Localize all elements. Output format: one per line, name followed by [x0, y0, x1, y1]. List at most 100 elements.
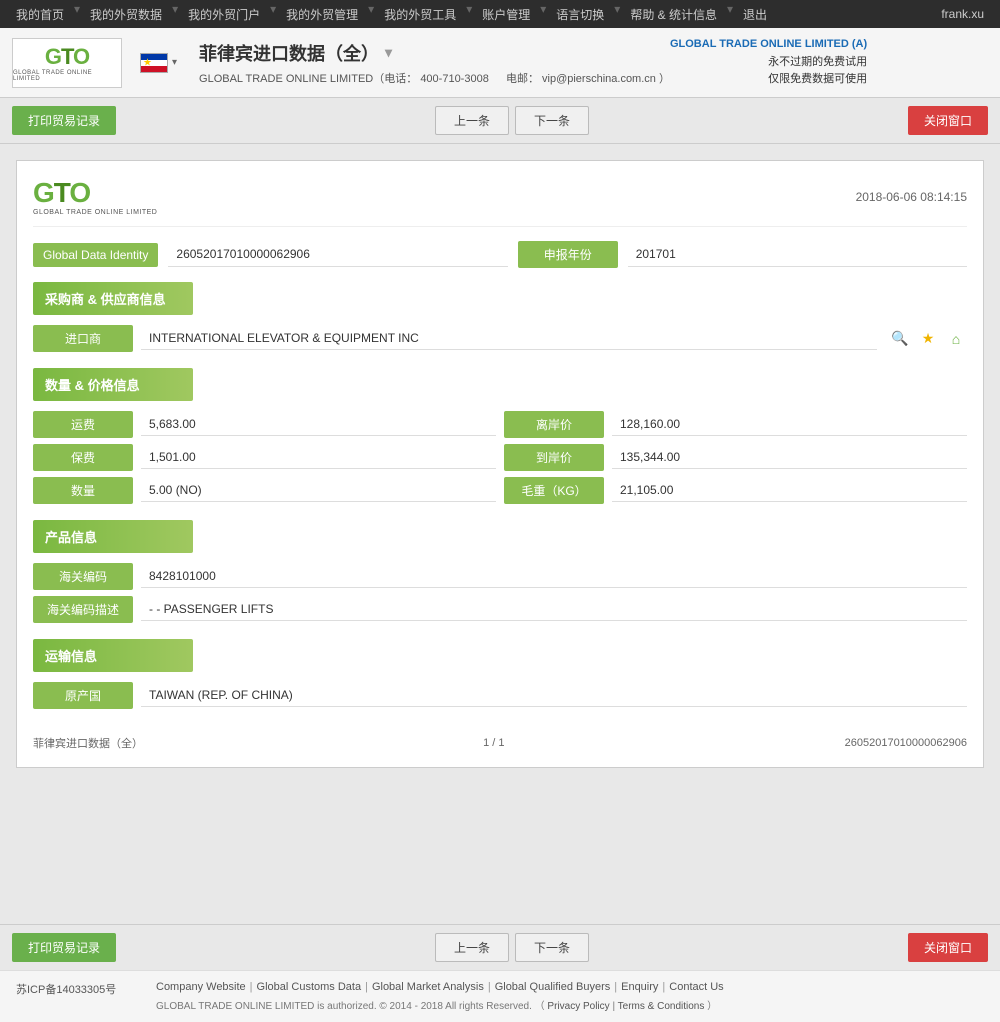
- nav-trade-portal[interactable]: 我的外贸门户: [180, 2, 268, 27]
- nav-language[interactable]: 语言切换: [548, 2, 612, 27]
- footer-link-customs[interactable]: Global Customs Data: [257, 981, 362, 993]
- footer-copyright: GLOBAL TRADE ONLINE LIMITED is authorize…: [156, 997, 724, 1012]
- departure-price-label: 离岸价: [504, 411, 604, 438]
- nav-logout[interactable]: 退出: [735, 2, 775, 27]
- record-logo: GTO GLOBAL TRADE ONLINE LIMITED: [33, 177, 157, 216]
- row-icons: 🔍 ★ ⌂: [889, 328, 967, 350]
- footer-page-info: 1 / 1: [483, 737, 504, 749]
- supplier-section-header: 采购商 & 供应商信息: [33, 282, 193, 315]
- notice-line1: 永不过期的免费试用: [670, 54, 867, 72]
- arrival-price-field: 到岸价 135,344.00: [504, 444, 967, 471]
- home-icon[interactable]: ⌂: [945, 328, 967, 350]
- gdi-value: 26052017010000062906: [168, 242, 507, 267]
- footer-icp: 苏ICP备14033305号: [16, 981, 136, 997]
- arrival-price-value: 135,344.00: [612, 446, 967, 469]
- nav-help[interactable]: 帮助 & 统计信息: [622, 2, 725, 27]
- page-footer: 苏ICP备14033305号 Company Website | Global …: [0, 970, 1000, 1022]
- next-button-top[interactable]: 下一条: [515, 106, 589, 135]
- importer-value: INTERNATIONAL ELEVATOR & EQUIPMENT INC: [141, 327, 877, 350]
- nav-home[interactable]: 我的首页: [8, 2, 72, 27]
- record-logo-sub: GLOBAL TRADE ONLINE LIMITED: [33, 209, 157, 216]
- customs-code-label: 海关编码: [33, 563, 133, 590]
- logo-subtitle: GLOBAL TRADE ONLINE LIMITED: [13, 70, 121, 82]
- prev-button-bottom[interactable]: 上一条: [435, 933, 509, 962]
- user-display: frank.xu: [933, 3, 992, 25]
- record-logo-text: GTO: [33, 177, 90, 209]
- insurance-label: 保费: [33, 444, 133, 471]
- nav-trade-mgmt[interactable]: 我的外贸管理: [278, 2, 366, 27]
- card-footer: 菲律宾进口数据（全） 1 / 1 26052017010000062906: [33, 725, 967, 751]
- footer-link-buyers[interactable]: Global Qualified Buyers: [495, 981, 611, 993]
- origin-country-label: 原产国: [33, 682, 133, 709]
- nav-buttons-top: 上一条 下一条: [435, 106, 589, 135]
- customs-desc-value: - - PASSENGER LIFTS: [141, 598, 967, 621]
- product-section-header: 产品信息: [33, 520, 193, 553]
- nav-account[interactable]: 账户管理: [474, 2, 538, 27]
- footer-link-enquiry[interactable]: Enquiry: [621, 981, 658, 993]
- quantity-section: 数量 & 价格信息 运费 5,683.00 离岸价 128,160.00 保费 …: [33, 368, 967, 504]
- gdi-label: Global Data Identity: [33, 243, 158, 267]
- footer-privacy-link[interactable]: Privacy Policy: [547, 1001, 609, 1012]
- top-navigation: 我的首页 ▾ 我的外贸数据 ▾ 我的外贸门户 ▾ 我的外贸管理 ▾ 我的外贸工具…: [0, 0, 1000, 28]
- close-button-top[interactable]: 关闭窗口: [908, 106, 988, 135]
- dec-year-value: 201701: [628, 242, 967, 267]
- flag-dropdown-arrow[interactable]: ▾: [172, 57, 177, 68]
- footer-link-contact[interactable]: Contact Us: [669, 981, 723, 993]
- print-button-bottom[interactable]: 打印贸易记录: [12, 933, 116, 962]
- nav-items: 我的首页 ▾ 我的外贸数据 ▾ 我的外贸门户 ▾ 我的外贸管理 ▾ 我的外贸工具…: [8, 2, 933, 27]
- quantity-section-header: 数量 & 价格信息: [33, 368, 193, 401]
- product-section: 产品信息 海关编码 8428101000 海关编码描述 - - PASSENGE…: [33, 520, 967, 623]
- notice-brand: GLOBAL TRADE ONLINE LIMITED (A): [670, 36, 867, 54]
- insurance-field: 保费 1,501.00: [33, 444, 496, 471]
- quantity-label: 数量: [33, 477, 133, 504]
- footer-right: Company Website | Global Customs Data | …: [156, 981, 724, 1012]
- header-title-arrow[interactable]: ▾: [385, 44, 392, 61]
- flag-selector[interactable]: ▾: [140, 53, 177, 73]
- gross-weight-value: 21,105.00: [612, 479, 967, 502]
- freight-label: 运费: [33, 411, 133, 438]
- departure-price-field: 离岸价 128,160.00: [504, 411, 967, 438]
- footer-link-company[interactable]: Company Website: [156, 981, 246, 993]
- transport-section: 运输信息 原产国 TAIWAN (REP. OF CHINA): [33, 639, 967, 709]
- search-icon[interactable]: 🔍: [889, 328, 911, 350]
- header-title-text: 菲律宾进口数据（全）: [199, 40, 379, 66]
- gross-weight-label: 毛重（KG）: [504, 477, 604, 504]
- footer-terms-link[interactable]: Terms & Conditions: [618, 1001, 705, 1012]
- gross-weight-field: 毛重（KG） 21,105.00: [504, 477, 967, 504]
- quantity-value: 5.00 (NO): [141, 479, 496, 502]
- next-button-bottom[interactable]: 下一条: [515, 933, 589, 962]
- footer-link-market[interactable]: Global Market Analysis: [372, 981, 484, 993]
- record-header: GTO GLOBAL TRADE ONLINE LIMITED 2018-06-…: [33, 177, 967, 227]
- prev-button-top[interactable]: 上一条: [435, 106, 509, 135]
- customs-desc-row: 海关编码描述 - - PASSENGER LIFTS: [33, 596, 967, 623]
- nav-trade-data[interactable]: 我的外贸数据: [82, 2, 170, 27]
- quantity-weight-row: 数量 5.00 (NO) 毛重（KG） 21,105.00: [33, 477, 967, 504]
- origin-country-value: TAIWAN (REP. OF CHINA): [141, 684, 967, 707]
- quantity-field: 数量 5.00 (NO): [33, 477, 496, 504]
- header: GTO GLOBAL TRADE ONLINE LIMITED ▾ 菲律宾进口数…: [0, 28, 1000, 98]
- departure-price-value: 128,160.00: [612, 413, 967, 436]
- arrival-price-label: 到岸价: [504, 444, 604, 471]
- logo-area: GTO GLOBAL TRADE ONLINE LIMITED ▾ 菲律宾进口数…: [12, 38, 670, 88]
- close-button-bottom[interactable]: 关闭窗口: [908, 933, 988, 962]
- supplier-section: 采购商 & 供应商信息 进口商 INTERNATIONAL ELEVATOR &…: [33, 282, 967, 352]
- star-icon[interactable]: ★: [917, 328, 939, 350]
- importer-label: 进口商: [33, 325, 133, 352]
- insurance-arrival-row: 保费 1,501.00 到岸价 135,344.00: [33, 444, 967, 471]
- nav-trade-tools[interactable]: 我的外贸工具: [376, 2, 464, 27]
- header-title-area: 菲律宾进口数据（全） ▾ GLOBAL TRADE ONLINE LIMITED…: [199, 40, 670, 86]
- freight-departure-row: 运费 5,683.00 离岸价 128,160.00: [33, 411, 967, 438]
- identity-row: Global Data Identity 2605201701000006290…: [33, 241, 967, 268]
- freight-field: 运费 5,683.00: [33, 411, 496, 438]
- customs-code-row: 海关编码 8428101000: [33, 563, 967, 590]
- top-action-bar: 打印贸易记录 上一条 下一条 关闭窗口: [0, 98, 1000, 144]
- record-card: GTO GLOBAL TRADE ONLINE LIMITED 2018-06-…: [16, 160, 984, 768]
- footer-right-id: 26052017010000062906: [845, 737, 967, 749]
- dec-year-label: 申报年份: [518, 241, 618, 268]
- record-datetime: 2018-06-06 08:14:15: [856, 190, 967, 204]
- customs-code-value: 8428101000: [141, 565, 967, 588]
- freight-value: 5,683.00: [141, 413, 496, 436]
- logo: GTO GLOBAL TRADE ONLINE LIMITED: [12, 38, 122, 88]
- logo-text: GTO: [45, 44, 89, 70]
- print-button-top[interactable]: 打印贸易记录: [12, 106, 116, 135]
